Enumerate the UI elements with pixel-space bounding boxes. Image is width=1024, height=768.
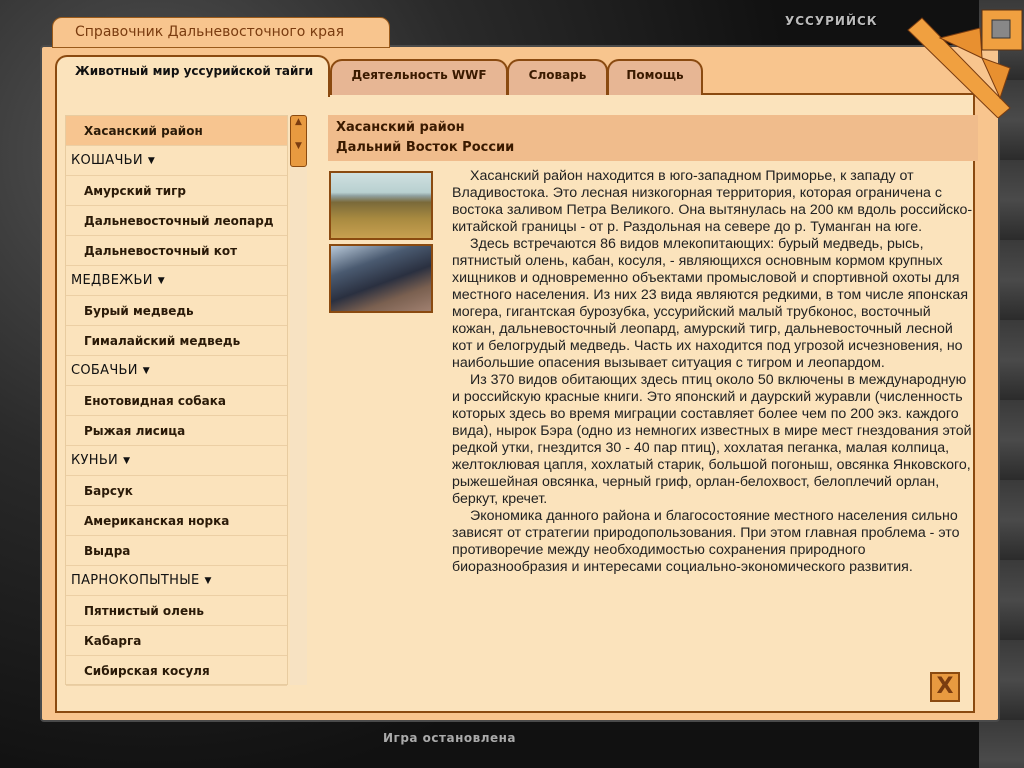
- caret-down-icon: ▼: [123, 455, 131, 466]
- list-item[interactable]: Американская норка: [66, 506, 287, 536]
- article-paragraph: Из 370 видов обитающих здесь птиц около …: [452, 372, 972, 507]
- tab-wildlife[interactable]: Животный мир уссурийской тайги: [55, 55, 330, 97]
- list-item-label: Пятнистый олень: [84, 603, 204, 618]
- list-item[interactable]: Выдра: [66, 536, 287, 566]
- arrow-down-icon[interactable]: ▼: [295, 141, 302, 151]
- list-item[interactable]: Дальневосточный кот: [66, 236, 287, 266]
- article-title: Хасанский район: [336, 120, 465, 135]
- list-scrollbar[interactable]: ▲ ▼: [290, 115, 307, 685]
- list-item[interactable]: Гималайский медведь: [66, 326, 287, 356]
- list-item-label: Барсук: [84, 483, 133, 498]
- list-category[interactable]: МЕДВЕЖЬИ ▼: [66, 266, 287, 296]
- landscape-photo[interactable]: [329, 171, 433, 240]
- list-item[interactable]: Дальневосточный леопард: [66, 206, 287, 236]
- list-item[interactable]: Рыжая лисица: [66, 416, 287, 446]
- article-text: Хасанский район находится в юго-западном…: [452, 168, 974, 576]
- list-category[interactable]: КУНЬИ ▼: [66, 446, 287, 476]
- window-title: Справочник Дальневосточного края: [52, 17, 390, 48]
- list-item-label: Амурский тигр: [84, 183, 186, 198]
- list-item-label: КОШАЧЬИ: [71, 153, 143, 168]
- list-item[interactable]: Енотовидная собака: [66, 386, 287, 416]
- list-item[interactable]: Кабарга: [66, 626, 287, 656]
- list-item[interactable]: Барсук: [66, 476, 287, 506]
- mountain-photo[interactable]: [329, 244, 433, 313]
- list-item-label: Сибирская косуля: [84, 663, 210, 678]
- article-paragraph: Хасанский район находится в юго-западном…: [452, 168, 973, 235]
- tab-wwf[interactable]: Деятельность WWF: [330, 59, 508, 95]
- caret-down-icon: ▼: [204, 575, 212, 586]
- city-label: УССУРИЙСК: [785, 14, 878, 28]
- list-item-label: Енотовидная собака: [84, 393, 226, 408]
- list-item[interactable]: Бурый медведь: [66, 296, 287, 326]
- list-item[interactable]: Сибирская косуля: [66, 656, 287, 686]
- list-category[interactable]: КОШАЧЬИ ▼: [66, 146, 287, 176]
- list-item-label: Рыжая лисица: [84, 423, 186, 438]
- topic-list: Хасанский район КОШАЧЬИ ▼ Амурский тигр Даль…: [65, 115, 288, 686]
- list-item-label: Гималайский медведь: [84, 333, 241, 348]
- list-item-label: ПАРНОКОПЫТНЫЕ: [71, 573, 200, 588]
- game-status: Игра остановлена: [383, 731, 517, 745]
- tab-help[interactable]: Помощь: [607, 59, 703, 95]
- tab-dictionary[interactable]: Словарь: [507, 59, 608, 95]
- scroll-thumb[interactable]: ▲ ▼: [290, 115, 307, 167]
- list-item-label: Американская норка: [84, 513, 230, 528]
- arrow-up-icon[interactable]: ▲: [295, 117, 302, 127]
- article-paragraph: Экономика данного района и благосостояни…: [452, 508, 960, 575]
- list-item-label: Дальневосточный кот: [84, 243, 238, 258]
- list-item[interactable]: Пятнистый олень: [66, 596, 287, 626]
- list-item-label: Бурый медведь: [84, 303, 194, 318]
- article-header: Хасанский район Дальний Восток России: [328, 115, 978, 161]
- list-item-label: Хасанский район: [84, 123, 203, 138]
- caret-down-icon: ▼: [142, 365, 151, 376]
- list-item-label: МЕДВЕЖЬИ: [71, 273, 153, 288]
- list-category[interactable]: СОБАЧЬИ ▼: [66, 356, 287, 386]
- list-item-label: СОБАЧЬИ: [71, 363, 138, 378]
- list-category[interactable]: ПАРНОКОПЫТНЫЕ ▼: [66, 566, 287, 596]
- caret-down-icon: ▼: [157, 275, 165, 286]
- list-item[interactable]: Хасанский район: [66, 116, 287, 146]
- list-item-label: Выдра: [84, 543, 131, 558]
- list-item-label: Дальневосточный леопард: [84, 213, 274, 228]
- list-item-label: Кабарга: [84, 633, 142, 648]
- close-button[interactable]: X: [930, 672, 960, 702]
- article-subtitle: Дальний Восток России: [336, 140, 515, 155]
- list-item-label: КУНЬИ: [71, 453, 119, 468]
- corner-ornament: [907, 9, 1023, 118]
- list-item[interactable]: Амурский тигр: [66, 176, 287, 206]
- article-paragraph: Здесь встречаются 86 видов млекопитающих…: [452, 236, 969, 371]
- caret-down-icon: ▼: [147, 155, 156, 166]
